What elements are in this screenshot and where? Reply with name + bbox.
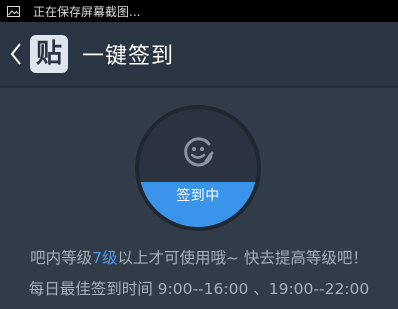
- best-time-text: 每日最佳签到时间 9:00--16:00 、19:00--22:00: [28, 280, 370, 298]
- chevron-left-icon[interactable]: [7, 39, 25, 69]
- app-logo: 贴: [30, 35, 68, 73]
- level-requirement-text: 吧内等级7级以上才可使用哦~ 快去提高等级吧！: [0, 246, 398, 268]
- level-requirement-suffix: 以上才可使用哦~ 快去提高等级吧！: [117, 249, 368, 267]
- sign-in-label: 签到中: [176, 188, 220, 204]
- sign-in-button[interactable]: 签到中: [135, 105, 261, 231]
- status-bar: 正在保存屏幕截图...: [0, 0, 398, 22]
- image-icon: [7, 5, 20, 17]
- level-highlight: 7级: [92, 249, 118, 267]
- title-bar: 贴 一键签到: [0, 22, 398, 86]
- smiley-edit-icon: [182, 135, 216, 169]
- level-requirement-prefix: 吧内等级: [30, 249, 93, 267]
- page-title: 一键签到: [82, 44, 175, 69]
- status-text: 正在保存屏幕截图...: [33, 4, 141, 19]
- header-divider: [0, 86, 398, 88]
